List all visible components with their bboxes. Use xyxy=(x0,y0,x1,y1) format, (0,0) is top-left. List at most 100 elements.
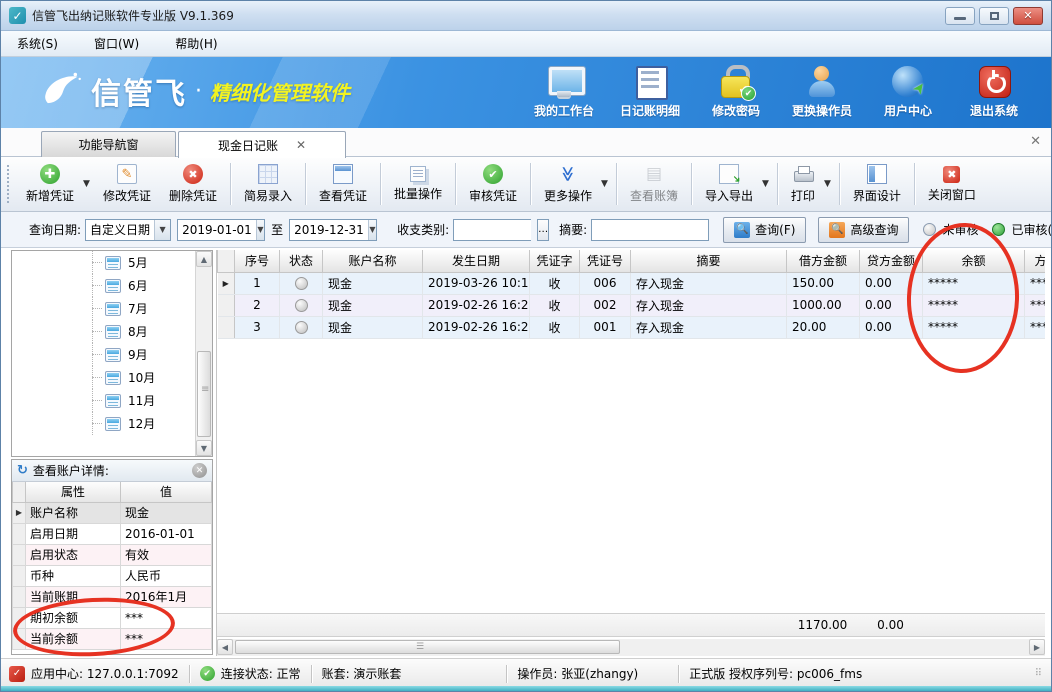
easy-entry-button[interactable]: 简易录入 xyxy=(235,161,301,207)
column-header-6[interactable]: 摘要 xyxy=(631,250,787,272)
tree-item-label: 7月 xyxy=(128,300,148,317)
banner-action-exit-system[interactable]: 退出系统 xyxy=(951,65,1037,119)
detail-value-cell: 2016年1月 xyxy=(121,586,212,607)
column-header-9[interactable]: 余额 xyxy=(923,250,1025,272)
tree-item-month-5[interactable]: 5月 xyxy=(12,251,212,274)
tree-item-label: 10月 xyxy=(128,369,155,386)
grid-horizontal-scrollbar[interactable]: ◀ ▶ xyxy=(217,639,1045,656)
refresh-icon[interactable]: ↻ xyxy=(17,463,28,478)
add-voucher-button[interactable]: ✚新增凭证 xyxy=(17,161,83,207)
date-mode-select[interactable]: 自定义日期 ▼ xyxy=(85,219,171,241)
tree-item-month-9[interactable]: 9月 xyxy=(12,343,212,366)
tree-scroll-thumb[interactable] xyxy=(197,351,211,437)
cell: *** xyxy=(1025,316,1046,338)
date-from-select[interactable]: 2019-01-01 ▼ xyxy=(177,219,265,241)
banner-action-label: 日记账明细 xyxy=(620,102,680,119)
row-marker xyxy=(13,586,26,607)
tree-item-month-12[interactable]: 12月 xyxy=(12,412,212,435)
connection-ok-icon: ✔ xyxy=(200,666,215,681)
detail-value-cell: 有效 xyxy=(121,544,212,565)
app-logo-icon: ✓ xyxy=(9,7,26,24)
summary-input[interactable] xyxy=(591,219,709,241)
dropdown-caret-icon[interactable]: ▼ xyxy=(762,179,769,189)
resize-grip[interactable]: ⠿ xyxy=(1035,668,1043,679)
batch-ops-button[interactable]: 批量操作 xyxy=(385,163,451,205)
table-row[interactable]: 2现金2019-02-26 16:20收002存入现金1000.000.00**… xyxy=(218,294,1046,316)
close-button[interactable]: ✕ xyxy=(1013,7,1043,25)
delete-voucher-button[interactable]: ✖删除凭证 xyxy=(160,161,226,207)
category-lookup-button[interactable]: … xyxy=(537,219,549,241)
column-header-7[interactable]: 借方金额 xyxy=(787,250,860,272)
tree-vertical-scrollbar[interactable]: ▲ ▼ xyxy=(195,251,212,456)
tree-item-month-10[interactable]: 10月 xyxy=(12,366,212,389)
scroll-up-icon[interactable]: ▲ xyxy=(196,251,212,267)
column-header-1[interactable]: 状态 xyxy=(280,250,323,272)
dropdown-caret-icon[interactable]: ▼ xyxy=(601,179,608,189)
advanced-search-button[interactable]: 🔍 高级查询 xyxy=(818,217,909,243)
detail-close-icon[interactable]: ✕ xyxy=(192,463,207,478)
category-input[interactable] xyxy=(453,219,531,241)
column-header-2[interactable]: 账户名称 xyxy=(323,250,423,272)
dropdown-caret-icon[interactable]: ▼ xyxy=(83,179,90,189)
banner-action-change-password[interactable]: ✔修改密码 xyxy=(693,65,779,119)
summary-row: 1170.00 0.00 xyxy=(217,613,1045,637)
maximize-button[interactable] xyxy=(979,7,1009,25)
toolbar-grip[interactable] xyxy=(7,165,13,203)
column-header-8[interactable]: 贷方金额 xyxy=(860,250,923,272)
chevron-down-icon[interactable]: ▼ xyxy=(368,220,376,240)
banner-action-switch-operator[interactable]: 更换操作员 xyxy=(779,65,865,119)
row-marker xyxy=(218,316,235,338)
tabstrip-close-icon[interactable]: ✕ xyxy=(1030,134,1041,149)
chevron-down-icon[interactable]: ▼ xyxy=(256,220,264,240)
grid-scroll-thumb[interactable] xyxy=(235,640,620,654)
tree-item-month-7[interactable]: 7月 xyxy=(12,297,212,320)
column-header-3[interactable]: 发生日期 xyxy=(423,250,530,272)
minimize-button[interactable] xyxy=(945,7,975,25)
close-tab-icon[interactable]: ✕ xyxy=(296,138,306,152)
table-row[interactable]: 3现金2019-02-26 16:20收001存入现金20.000.00****… xyxy=(218,316,1046,338)
user-icon xyxy=(804,65,840,99)
search-button[interactable]: 🔍 查询(F) xyxy=(723,217,806,243)
detail-row: 币种人民币 xyxy=(13,565,212,586)
column-header-4[interactable]: 凭证字 xyxy=(530,250,580,272)
view-voucher-button[interactable]: 查看凭证 xyxy=(310,161,376,207)
dropdown-caret-icon[interactable]: ▼ xyxy=(824,179,831,189)
more-ops-button[interactable]: ≫更多操作 xyxy=(535,161,601,207)
banner-action-user-center[interactable]: 用户中心 xyxy=(865,65,951,119)
import-export-label: 导入导出 xyxy=(705,187,753,204)
ui-design-button[interactable]: 界面设计 xyxy=(844,161,910,207)
detail-gutter-header xyxy=(13,482,26,502)
tab-label: 现金日记账 xyxy=(218,137,278,154)
menu-item-2[interactable]: 帮助(H) xyxy=(171,33,221,54)
table-row[interactable]: ▶1现金2019-03-26 10:10收006存入现金150.000.00**… xyxy=(218,272,1046,294)
del-icon: ✖ xyxy=(183,164,203,184)
banner-action-workbench[interactable]: 我的工作台 xyxy=(521,65,607,119)
date-to-select[interactable]: 2019-12-31 ▼ xyxy=(289,219,377,241)
edit-voucher-button[interactable]: ✎修改凭证 xyxy=(94,161,160,207)
menu-item-1[interactable]: 窗口(W) xyxy=(90,33,143,54)
tab-nav[interactable]: 功能导航窗 xyxy=(41,131,176,157)
menu-item-0[interactable]: 系统(S) xyxy=(13,33,62,54)
scroll-down-icon[interactable]: ▼ xyxy=(196,440,212,456)
column-header-5[interactable]: 凭证号 xyxy=(580,250,631,272)
scroll-right-icon[interactable]: ▶ xyxy=(1029,639,1045,655)
tab-cash-journal[interactable]: 现金日记账 ✕ xyxy=(178,131,346,158)
row-marker xyxy=(13,544,26,565)
chevron-down-icon[interactable]: ▼ xyxy=(154,220,170,240)
print-button[interactable]: 打印 xyxy=(782,161,824,207)
import-export-button[interactable]: 导入导出 xyxy=(696,161,762,207)
audit-voucher-button[interactable]: ✔审核凭证 xyxy=(460,161,526,207)
tree-item-month-8[interactable]: 8月 xyxy=(12,320,212,343)
banner-action-journal-detail[interactable]: 日记账明细 xyxy=(607,65,693,119)
month-icon xyxy=(105,256,121,270)
close-window-button[interactable]: ✖关闭窗口 xyxy=(919,163,985,206)
scroll-left-icon[interactable]: ◀ xyxy=(217,639,233,655)
tree-item-month-11[interactable]: 11月 xyxy=(12,389,212,412)
detail-value-cell: *** xyxy=(121,607,212,628)
status-bar: ✓ 应用中心: 127.0.0.1:7092 ✔ 连接状态: 正常 账套: 演示… xyxy=(1,658,1051,688)
column-header-0[interactable]: 序号 xyxy=(235,250,280,272)
column-header-10[interactable]: 方向 xyxy=(1025,250,1046,272)
close-icon: ✕ xyxy=(1023,9,1032,22)
tree-item-month-6[interactable]: 6月 xyxy=(12,274,212,297)
toolbar-separator xyxy=(914,163,915,205)
